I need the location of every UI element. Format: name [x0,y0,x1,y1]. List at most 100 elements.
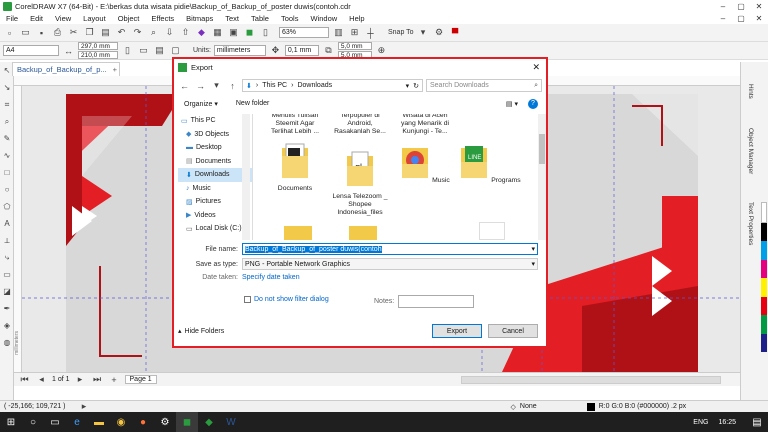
show-rulers-icon[interactable]: ▥ [332,26,345,39]
file-name-input[interactable]: Backup_of_Backup_of_poster duwis(contoh … [242,243,538,255]
menu-table[interactable]: Table [245,14,275,23]
coreldraw-taskbar-icon[interactable]: ◼ [176,412,198,432]
specify-date-link[interactable]: Specify date taken [242,274,300,281]
view-options-icon[interactable]: ▤ ▾ [506,100,518,108]
smart-fill-icon[interactable]: ◍ [0,334,14,351]
save-type-select[interactable]: PNG - Portable Network Graphics ▾ [242,258,538,270]
search-input[interactable]: Search Downloads ⌕ [426,79,542,92]
new-folder-button[interactable]: New folder [236,100,269,107]
zoom-level-select[interactable]: 63% [279,27,329,38]
file-item[interactable]: Menulis Tulisan Steemit Agar Terlihat Le… [264,114,326,136]
back-icon[interactable]: ← [178,79,191,92]
tray-language[interactable]: ENG [693,419,708,426]
recent-dropdown-icon[interactable]: ▾ [210,79,223,92]
edge-icon[interactable]: e [66,412,88,432]
nav-item-3d-objects[interactable]: ◆ 3D Objects [178,128,252,142]
polygon-tool-icon[interactable]: ⬠ [0,198,14,215]
current-page-icon[interactable]: ▢ [169,44,182,57]
launch-icon[interactable]: ▀ [449,26,462,39]
start-icon[interactable]: ⊞ [0,412,22,432]
menu-bitmaps[interactable]: Bitmaps [180,14,219,23]
menu-help[interactable]: Help [343,14,370,23]
file-item[interactable]: Terpopuler di Android, Rasakanlah Se... [329,114,391,136]
cancel-button[interactable]: Cancel [488,324,538,338]
nav-item-pictures[interactable]: ▨ Pictures [178,195,252,209]
import-icon[interactable]: ⇩ [163,26,176,39]
landscape-icon[interactable]: ▭ [137,44,150,57]
menu-view[interactable]: View [49,14,77,23]
eyedropper-icon[interactable]: ✒ [0,300,14,317]
freehand-tool-icon[interactable]: ✎ [0,130,14,147]
tray-clock[interactable]: 16:25 [718,419,736,426]
menu-window[interactable]: Window [304,14,343,23]
portrait-icon[interactable]: ▯ [121,44,134,57]
prev-page-icon[interactable]: ◂ [35,373,48,386]
maximize-button[interactable]: ▢ [732,0,750,12]
add-page-icon[interactable]: + [108,373,121,386]
export-icon[interactable]: ⇧ [179,26,192,39]
artistic-media-icon[interactable]: ∿ [0,147,14,164]
dock-tab-hints[interactable]: Hints [747,84,754,99]
nav-item-local-disk[interactable]: ▭ Local Disk (C:) [178,222,252,236]
ellipse-tool-icon[interactable]: ○ [0,181,14,198]
horizontal-scrollbar[interactable] [460,375,721,384]
breadcrumb-this-pc[interactable]: This PC [262,82,287,89]
word-taskbar-icon[interactable]: W [220,412,242,432]
chevron-down-icon[interactable]: ▾ [417,26,430,39]
folder-item-music[interactable]: Music [394,142,456,185]
dialog-close-icon[interactable]: ✕ [532,62,540,73]
nav-item-videos[interactable]: ▶ Videos [178,209,252,223]
dock-tab-text-properties[interactable]: Text Properties [747,202,754,245]
organize-menu[interactable]: Organize ▾ [178,100,218,108]
doc-minimize-button[interactable]: – [714,12,732,24]
folder-item-programs[interactable]: LINE Programs [459,142,521,185]
minimize-button[interactable]: – [714,0,732,12]
settings-icon[interactable]: ⚙ [154,412,176,432]
forward-icon[interactable]: → [194,79,207,92]
address-bar[interactable]: ⬇ › This PC › Downloads ▾ ↻ [242,79,423,92]
folder-item-partial[interactable] [349,226,377,240]
first-page-icon[interactable]: ⏮ [18,373,31,386]
print-icon[interactable]: ⎙ [51,26,64,39]
transparency-icon[interactable]: ◪ [0,283,14,300]
menu-tools[interactable]: Tools [275,14,305,23]
breadcrumb-downloads[interactable]: Downloads [297,82,332,89]
explorer-icon[interactable]: ▬ [88,412,110,432]
app-taskbar-icon[interactable]: ◆ [198,412,220,432]
folder-item-partial[interactable] [284,226,312,240]
nav-item-downloads[interactable]: ⬇ Downloads [178,168,252,182]
firefox-icon[interactable]: ● [132,412,154,432]
color-palette[interactable] [761,202,767,352]
file-list-scrollbar[interactable] [538,114,546,240]
close-button[interactable]: ✕ [750,0,768,12]
snap-to-dropdown[interactable]: Snap To [388,29,414,36]
all-pages-icon[interactable]: ▤ [153,44,166,57]
menu-object[interactable]: Object [112,14,146,23]
nav-item-documents[interactable]: ▤ Documents [178,155,252,169]
units-select[interactable]: millimeters [213,45,266,56]
nav-scrollbar[interactable] [242,114,250,240]
menu-effects[interactable]: Effects [145,14,180,23]
duplicate-x-field[interactable]: 5,0 mm [337,42,372,50]
text-tool-icon[interactable]: A [0,215,14,232]
menu-layout[interactable]: Layout [77,14,112,23]
next-page-icon[interactable]: ▸ [74,373,87,386]
search-content-icon[interactable]: ⌕ [147,26,160,39]
help-icon[interactable]: ? [528,98,538,109]
doc-restore-button[interactable]: ▢ [732,12,750,24]
up-icon[interactable]: ↑ [226,79,239,92]
nav-item-music[interactable]: ♪ Music [178,182,252,196]
cut-icon[interactable]: ✂ [67,26,80,39]
zoom-tool-icon[interactable]: ⌕ [0,113,14,130]
rectangle-tool-icon[interactable]: □ [0,164,14,181]
hide-folders-toggle[interactable]: ▴ Hide Folders [178,327,224,336]
page-width-field[interactable]: 297,0 mm [78,42,118,50]
shape-tool-icon[interactable]: ↘ [0,79,14,96]
menu-edit[interactable]: Edit [24,14,49,23]
corel-icon[interactable]: ◼ [243,26,256,39]
task-search-icon[interactable]: ○ [22,412,44,432]
refresh-icon[interactable]: ↻ [413,82,419,90]
connector-tool-icon[interactable]: ⤷ [0,249,14,266]
add-tab-icon[interactable]: + [113,65,117,74]
page-size-select[interactable]: A4 [3,45,59,56]
